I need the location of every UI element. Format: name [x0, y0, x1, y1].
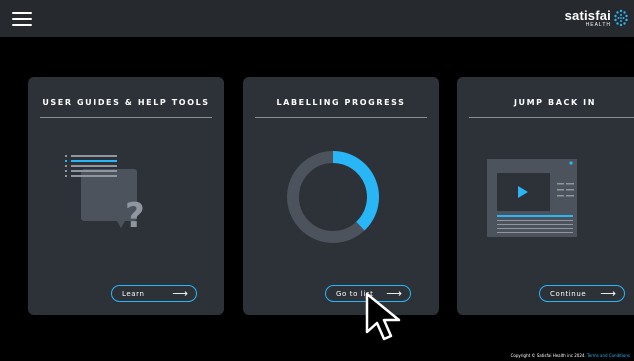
logo-sub-text: HEALTH — [585, 22, 611, 28]
svg-text:?: ? — [125, 196, 145, 235]
logo-dots-icon — [614, 9, 628, 27]
progress-donut — [287, 151, 379, 243]
card-title: LABELLING PROGRESS — [276, 98, 406, 107]
card-title: JUMP BACK IN — [513, 98, 597, 107]
card-divider — [469, 117, 634, 118]
card-title: USER GUIDES & HELP TOOLS — [42, 98, 210, 107]
card-jump-back-in: JUMP BACK IN Continue ⟶ — [457, 77, 634, 315]
logo-text: satisfai HEALTH — [565, 9, 611, 28]
logo[interactable]: satisfai HEALTH — [565, 9, 628, 31]
footer: Copyright © Satisfai Health inc 2024. Te… — [511, 353, 630, 358]
help-document-icon: ? — [65, 155, 145, 235]
hamburger-menu-icon[interactable] — [12, 12, 32, 26]
card-divider — [40, 117, 212, 118]
video-player-icon — [487, 159, 577, 237]
card-divider — [255, 117, 427, 118]
card-user-guides: USER GUIDES & HELP TOOLS ? Learn ⟶ — [28, 77, 224, 315]
logo-main-text: satisfai — [564, 8, 611, 23]
learn-button-label: Learn — [122, 289, 145, 298]
learn-button[interactable]: Learn ⟶ — [111, 285, 197, 302]
progress-arc — [332, 151, 379, 231]
arrow-right-icon: ⟶ — [600, 287, 616, 300]
mouse-pointer-icon — [365, 292, 401, 341]
top-bar: satisfai HEALTH — [0, 0, 634, 37]
continue-button[interactable]: Continue ⟶ — [539, 285, 625, 302]
arrow-right-icon: ⟶ — [172, 287, 188, 300]
continue-button-label: Continue — [550, 289, 587, 298]
card-labelling-progress: LABELLING PROGRESS Go to list ⟶ — [243, 77, 439, 315]
copyright-text: Copyright © Satisfai Health inc 2024. — [510, 353, 586, 358]
terms-link[interactable]: Terms and Conditions — [587, 353, 630, 358]
